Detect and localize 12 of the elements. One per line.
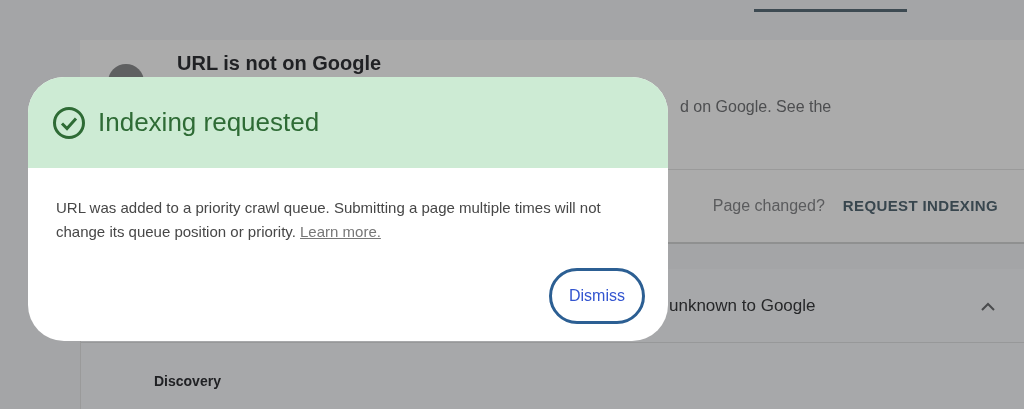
dialog-message: URL was added to a priority crawl queue. Submitting a page multiple times will not change its queue position or priority. Learn more. (56, 198, 602, 242)
status-title: URL is not on Google (177, 51, 383, 75)
section-label: Discovery (154, 372, 222, 391)
details-heading: unknown to Google (669, 294, 817, 317)
request-indexing-button[interactable]: REQUEST INDEXING (842, 194, 998, 218)
page-changed-label: Page changed? (712, 196, 825, 216)
status-description: d on Google. See the (680, 97, 832, 117)
dismiss-button[interactable]: Dismiss (549, 268, 645, 324)
dialog-title: Indexing requested (98, 106, 320, 139)
learn-more-link[interactable]: Learn more. (300, 223, 381, 240)
check-circle-icon (52, 105, 86, 140)
chevron-icon[interactable] (980, 300, 996, 311)
